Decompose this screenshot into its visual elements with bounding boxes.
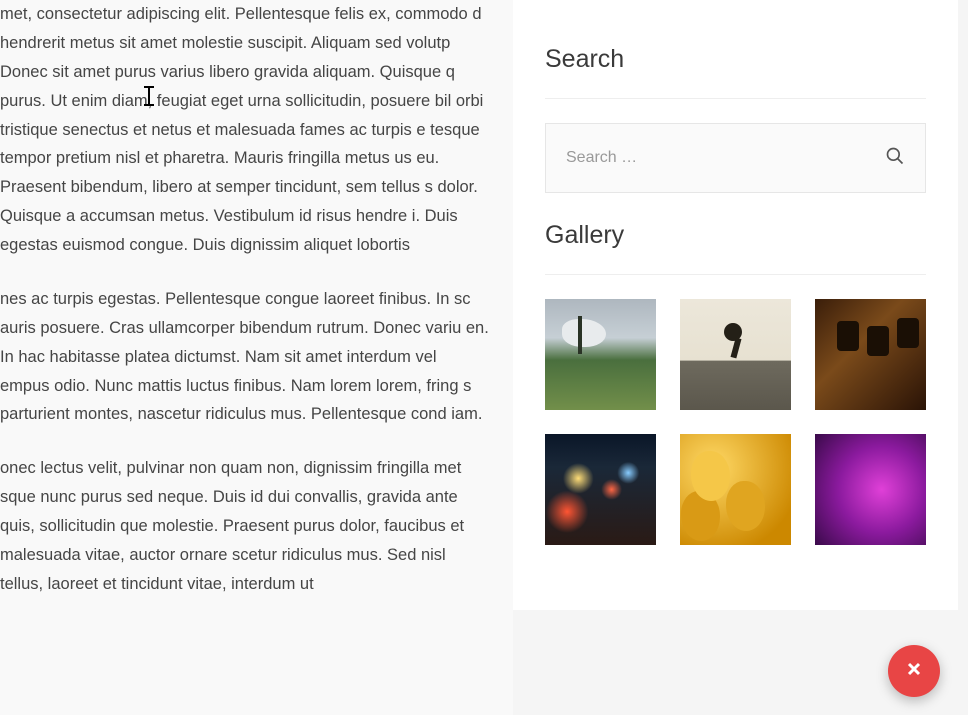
sidebar: Search Gallery <box>513 0 958 610</box>
gallery-thumb-silhouette[interactable] <box>680 299 791 410</box>
paragraph-1: met, consectetur adipiscing elit. Pellen… <box>0 0 490 260</box>
article-body: met, consectetur adipiscing elit. Pellen… <box>0 0 520 624</box>
gallery-thumb-yellow[interactable] <box>680 434 791 545</box>
right-panel: Search Gallery <box>513 0 968 715</box>
divider <box>545 98 926 99</box>
gallery-grid <box>545 299 926 545</box>
search-input[interactable] <box>566 141 885 175</box>
gallery-heading: Gallery <box>545 221 926 250</box>
gallery-thumb-city-night[interactable] <box>545 434 656 545</box>
search-icon[interactable] <box>885 146 905 171</box>
gallery-thumb-purple[interactable] <box>815 434 926 545</box>
divider <box>545 274 926 275</box>
close-icon <box>907 662 921 681</box>
gallery-thumb-circuit[interactable] <box>815 299 926 410</box>
search-box[interactable] <box>545 123 926 193</box>
gallery-thumb-landscape[interactable] <box>545 299 656 410</box>
search-heading: Search <box>545 45 926 74</box>
close-fab-button[interactable] <box>888 645 940 697</box>
paragraph-3: onec lectus velit, pulvinar non quam non… <box>0 454 490 598</box>
paragraph-2: nes ac turpis egestas. Pellentesque cong… <box>0 285 490 429</box>
